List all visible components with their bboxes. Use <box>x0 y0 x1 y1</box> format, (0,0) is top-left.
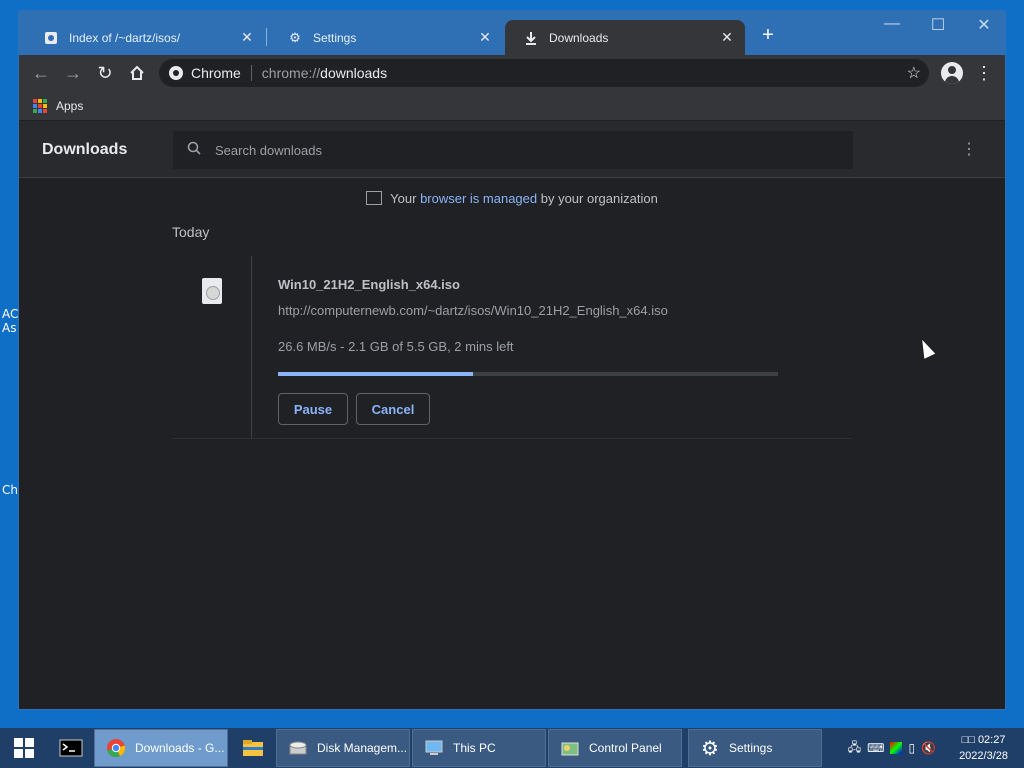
tab-separator <box>266 28 267 46</box>
home-button[interactable] <box>121 57 153 89</box>
new-tab-button[interactable]: + <box>757 25 779 47</box>
desktop-icon-label: AC <box>2 307 19 321</box>
gear-icon: ⚙ <box>701 737 719 760</box>
desktop-icon-label: As <box>2 321 17 335</box>
omnibox-divider <box>250 65 252 81</box>
color-icon[interactable] <box>890 742 903 754</box>
page-title: Downloads <box>42 141 128 158</box>
task-label: Downloads - G... <box>135 741 225 755</box>
minimize-button[interactable]: — <box>869 15 915 33</box>
gear-icon: ⚙ <box>289 29 301 45</box>
bookmarks-bar: Apps <box>19 91 1005 121</box>
keyboard-icon[interactable]: ⌨ <box>867 741 884 755</box>
apps-grid-icon <box>33 98 47 113</box>
browser-window: Index of /~dartz/isos/ ✕ ⚙ Settings ✕ Do… <box>18 10 1006 710</box>
profile-avatar-icon[interactable] <box>941 62 963 84</box>
date-section-label: Today <box>172 224 210 240</box>
disc-image-file-icon <box>202 278 222 304</box>
taskbar: Downloads - G... Disk Managem... This PC… <box>0 728 1024 768</box>
cancel-button[interactable]: Cancel <box>356 393 430 425</box>
close-window-button[interactable]: ✕ <box>961 15 1007 35</box>
taskbar-item-chrome[interactable]: Downloads - G... <box>94 729 228 767</box>
download-progress-bar <box>278 372 778 376</box>
chrome-icon <box>169 66 183 80</box>
task-label: This PC <box>453 741 496 755</box>
pause-button[interactable]: Pause <box>278 393 348 425</box>
file-icon-column <box>172 256 252 439</box>
search-placeholder: Search downloads <box>215 142 322 158</box>
tab-index-of-isos[interactable]: Index of /~dartz/isos/ ✕ <box>25 20 265 55</box>
this-pc-icon <box>423 737 445 759</box>
close-icon[interactable]: ✕ <box>477 29 493 46</box>
server-icon <box>43 30 59 46</box>
downloads-header: Downloads Search downloads ⋮ <box>19 121 1005 178</box>
chrome-chip-label: Chrome <box>191 65 241 81</box>
close-icon[interactable]: ✕ <box>719 29 735 46</box>
forward-button[interactable]: → <box>57 57 89 89</box>
bookmark-star-icon[interactable]: ☆ <box>907 63 921 83</box>
tab-title: Settings <box>313 30 357 45</box>
taskbar-item-this-pc[interactable]: This PC <box>412 729 546 767</box>
chrome-chip[interactable]: Chrome <box>169 65 241 81</box>
search-icon <box>187 141 201 159</box>
search-input[interactable]: Search downloads <box>173 131 853 169</box>
terminal-icon <box>59 739 83 757</box>
start-button[interactable] <box>0 728 48 768</box>
tab-settings[interactable]: ⚙ Settings ✕ <box>269 20 503 55</box>
terminal-taskbar-button[interactable] <box>48 728 94 768</box>
apps-bookmark[interactable]: Apps <box>56 99 83 113</box>
managed-prefix: Your <box>390 191 421 206</box>
address-bar[interactable]: Chrome chrome://downloads ☆ <box>159 59 929 87</box>
download-url[interactable]: http://computernewb.com/~dartz/isos/Win1… <box>278 303 668 318</box>
usb-icon[interactable]: ▯ <box>908 741 915 755</box>
tab-downloads[interactable]: Downloads ✕ <box>505 20 745 55</box>
download-status: 26.6 MB/s - 2.1 GB of 5.5 GB, 2 mins lef… <box>278 339 514 354</box>
tab-title: Index of /~dartz/isos/ <box>69 30 181 45</box>
download-item: Win10_21H2_English_x64.iso http://comput… <box>172 256 852 439</box>
tab-strip: Index of /~dartz/isos/ ✕ ⚙ Settings ✕ Do… <box>19 11 1005 55</box>
task-label: Disk Managem... <box>317 741 408 755</box>
network-icon[interactable]: 🖧 <box>848 738 861 759</box>
taskbar-item-disk-management[interactable]: Disk Managem... <box>276 729 410 767</box>
browser-menu-icon[interactable]: ⋮ <box>975 63 993 84</box>
disk-management-icon <box>287 737 309 759</box>
taskbar-item-settings[interactable]: ⚙ Settings <box>688 729 822 767</box>
clock-time: □□ 02:27 <box>961 734 1006 746</box>
url-scheme: chrome:// <box>261 65 321 81</box>
browser-toolbar: ← → ↻ Chrome chrome://downloads ☆ ⋮ <box>19 55 1005 91</box>
home-icon <box>130 65 144 80</box>
building-icon <box>366 191 383 205</box>
download-icon <box>523 30 539 46</box>
folder-icon <box>243 740 263 756</box>
managed-suffix: by your organization <box>537 191 658 206</box>
system-clock[interactable]: □□ 02:27 2022/3/28 <box>959 732 1008 764</box>
tab-title: Downloads <box>549 30 609 45</box>
back-button[interactable]: ← <box>25 57 57 89</box>
clock-date: 2022/3/28 <box>959 750 1008 762</box>
url-path: downloads <box>320 65 388 81</box>
control-panel-icon <box>559 737 581 759</box>
task-label: Control Panel <box>589 741 662 755</box>
reload-button[interactable]: ↻ <box>89 57 121 89</box>
managed-link[interactable]: browser is managed <box>420 191 537 206</box>
system-tray: 🖧 ⌨ ▯ 🔇 <box>848 728 936 768</box>
task-label: Settings <box>729 741 773 755</box>
desktop-icon-label: Ch <box>2 483 18 497</box>
download-filename[interactable]: Win10_21H2_English_x64.iso <box>278 277 460 292</box>
chrome-icon <box>105 737 127 759</box>
volume-muted-icon[interactable]: 🔇 <box>921 741 936 755</box>
maximize-button[interactable]: ☐ <box>915 15 961 35</box>
file-explorer-taskbar-button[interactable] <box>230 728 276 768</box>
more-actions-icon[interactable]: ⋮ <box>961 139 977 159</box>
download-progress-fill <box>278 372 473 376</box>
url-text: chrome://downloads <box>262 65 387 81</box>
taskbar-item-control-panel[interactable]: Control Panel <box>548 729 682 767</box>
managed-notice: Your browser is managed by your organiza… <box>19 191 1005 206</box>
windows-logo-icon <box>14 738 34 758</box>
close-icon[interactable]: ✕ <box>239 29 255 46</box>
